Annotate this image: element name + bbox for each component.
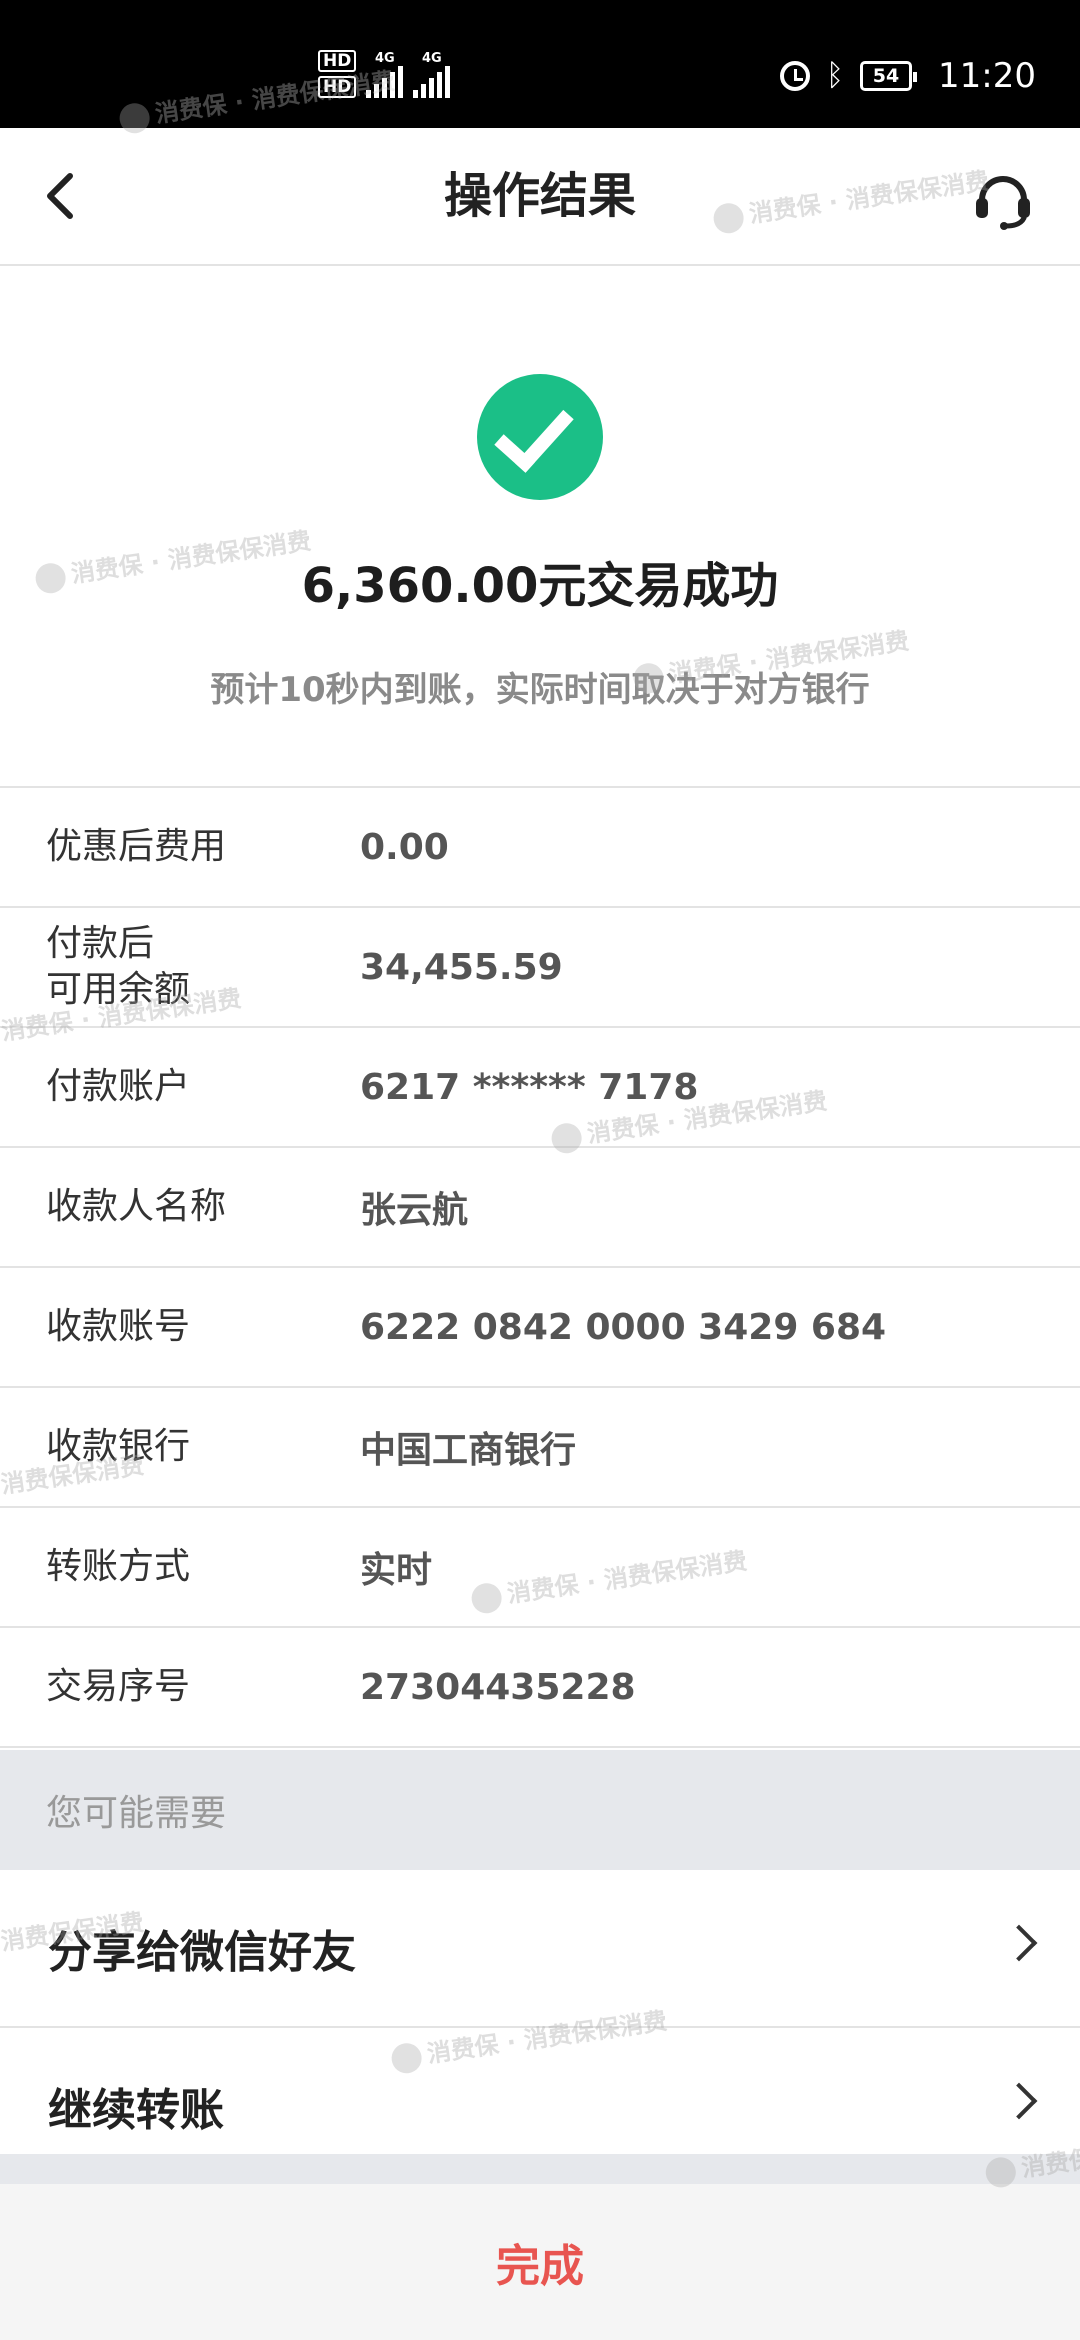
watermark-brand: 消费保 — [1019, 2144, 1080, 2183]
detail-row-fee: 优惠后费用 0.00 — [0, 788, 1080, 908]
watermark-logo-icon — [117, 101, 152, 136]
chevron-right-icon — [1000, 2082, 1038, 2120]
divider — [0, 2154, 1080, 2184]
result-section: 6,360.00元交易成功 预计10秒内到账，实际时间取决于对方银行 — [0, 266, 1080, 788]
detail-label: 优惠后费用 — [46, 826, 227, 867]
detail-value: 6222 0842 0000 3429 684 — [360, 1306, 887, 1348]
detail-value: 张云航 — [360, 1190, 469, 1231]
watermark-logo-icon — [469, 1581, 504, 1616]
watermark-logo-icon — [389, 2041, 424, 2076]
detail-row-transaction-id: 交易序号 27304435228 — [0, 1628, 1080, 1748]
detail-value: 27304435228 — [360, 1666, 636, 1708]
watermark-logo-icon — [549, 1121, 584, 1156]
watermark-logo-icon — [33, 561, 68, 596]
clock: 11:20 — [938, 56, 1036, 96]
detail-row-payee-name: 收款人名称 张云航 — [0, 1148, 1080, 1268]
watermark-logo-icon — [983, 2155, 1018, 2190]
arrival-estimate-text: 预计10秒内到账，实际时间取决于对方银行 — [210, 670, 870, 710]
watermark-logo-icon — [711, 201, 746, 236]
bluetooth-icon: ᛒ — [826, 58, 845, 93]
action-label: 分享给微信好友 — [48, 1927, 356, 1978]
success-check-icon — [477, 374, 603, 500]
detail-row-payee-bank: 收款银行 中国工商银行 — [0, 1388, 1080, 1508]
status-right: ᛒ 54 11:20 — [780, 56, 1036, 96]
share-wechat-button[interactable]: 分享给微信好友 — [0, 1870, 1080, 2028]
battery-icon: 54 — [860, 61, 918, 91]
detail-value: 实时 — [360, 1550, 433, 1591]
signal-bars-icon — [413, 66, 451, 98]
detail-value: 34,455.59 — [360, 946, 563, 988]
detail-label-line: 付款后 — [46, 923, 155, 964]
chevron-right-icon — [1000, 1924, 1038, 1962]
network-type-label: 4G — [421, 51, 442, 66]
detail-label: 转账方式 — [46, 1546, 191, 1587]
detail-label: 收款人名称 — [46, 1186, 227, 1227]
detail-value: 0.00 — [360, 826, 449, 868]
alarm-icon — [780, 61, 811, 91]
signal-sim2: 4G — [413, 51, 451, 98]
bottom-bar: 完成 — [0, 2184, 1080, 2340]
detail-row-payer-account: 付款账户 6217 ****** 7178 — [0, 1028, 1080, 1148]
suggestions-title: 您可能需要 — [46, 1793, 227, 1834]
detail-label: 交易序号 — [46, 1666, 191, 1707]
detail-row-transfer-mode: 转账方式 实时 — [0, 1508, 1080, 1628]
battery-level: 54 — [872, 65, 900, 87]
detail-row-payee-account: 收款账号 6222 0842 0000 3429 684 — [0, 1268, 1080, 1388]
done-button[interactable]: 完成 — [0, 2184, 1080, 2340]
detail-label: 收款账号 — [46, 1306, 191, 1347]
suggestions-header: 您可能需要 — [0, 1750, 1080, 1870]
detail-label: 付款账户 — [46, 1066, 191, 1107]
detail-value: 中国工商银行 — [360, 1430, 577, 1471]
watermark-logo-icon — [631, 661, 666, 696]
